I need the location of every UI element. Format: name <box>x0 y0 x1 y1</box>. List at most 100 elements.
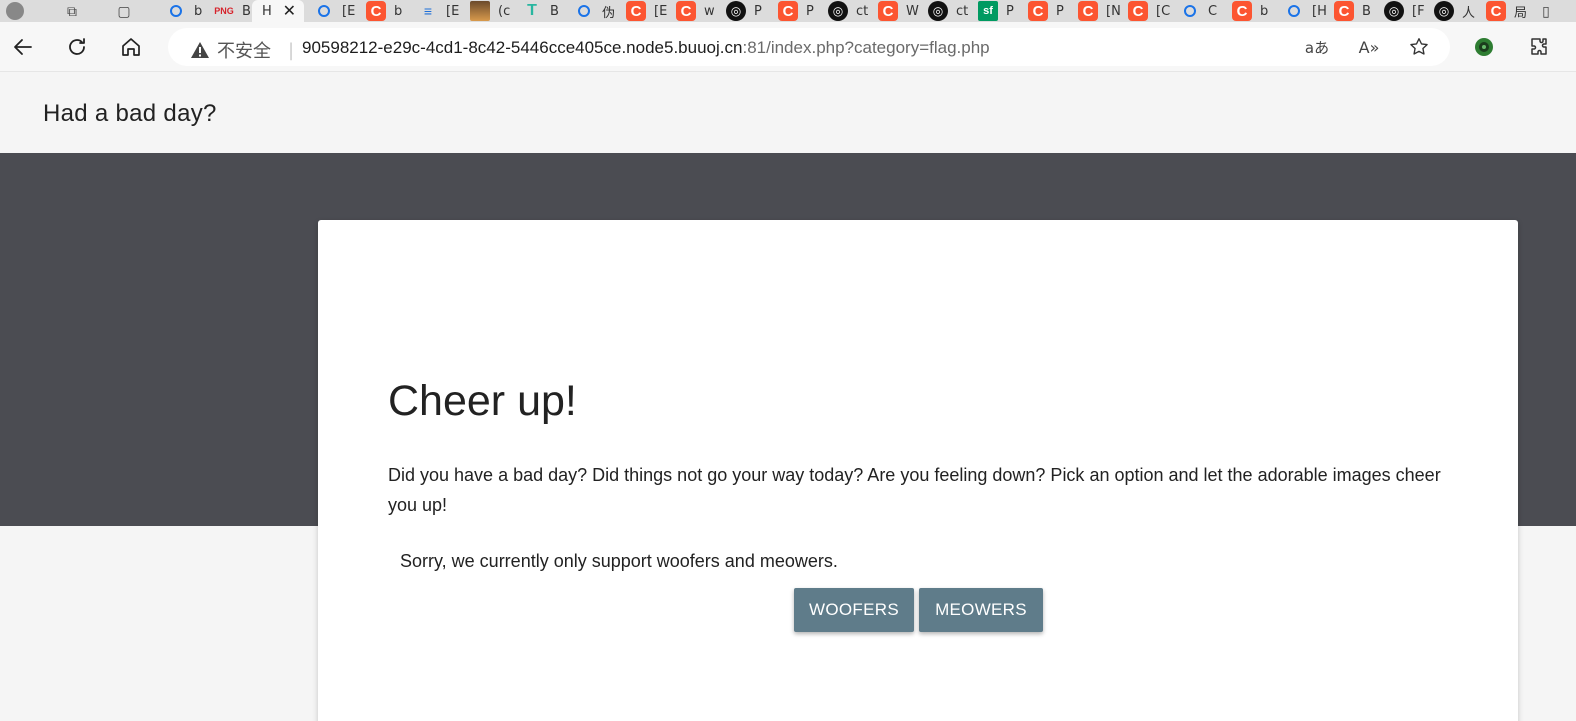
woofers-button[interactable]: WOOFERS <box>794 588 914 632</box>
favorite-button[interactable] <box>1406 35 1432 59</box>
tab-label: bu <box>194 3 202 19</box>
url-text[interactable]: 90598212-e29c-4cd1-8c42-5446cce405ce.nod… <box>302 38 990 58</box>
tab-14[interactable]: C W <box>868 0 920 22</box>
workspaces-button[interactable]: ⧉ <box>52 0 92 22</box>
home-button[interactable] <box>116 32 146 62</box>
csdn-icon: C <box>1334 1 1354 21</box>
close-tab-icon[interactable]: ✕ <box>283 1 296 20</box>
tab-10[interactable]: C w <box>666 0 718 22</box>
tab-19[interactable]: C [C <box>1118 0 1170 22</box>
csdn-icon: C <box>1486 1 1506 21</box>
tab-23[interactable]: C B <box>1324 0 1376 22</box>
tab-label: ct <box>856 3 869 19</box>
profile-avatar-icon <box>6 2 24 20</box>
refresh-icon <box>69 38 85 55</box>
tab-label: B <box>550 3 559 19</box>
spiral-icon: ◎ <box>928 1 948 21</box>
tab-label: W <box>906 3 919 19</box>
tab-label: (c <box>498 3 511 19</box>
tab-12[interactable]: C P <box>768 0 820 22</box>
search-icon <box>1284 1 1304 21</box>
image-icon <box>470 1 490 21</box>
url-path: :81/index.php?category=flag.php <box>742 38 990 57</box>
site-header: Had a bad day? <box>0 73 1576 153</box>
tab-3[interactable]: [E <box>304 0 356 22</box>
address-bar[interactable]: 不安全 | 90598212-e29c-4cd1-8c42-5446cce405… <box>168 28 1450 66</box>
csdn-icon: C <box>778 1 798 21</box>
csdn-icon: C <box>1078 1 1098 21</box>
read-aloud-icon: A» <box>1358 37 1380 57</box>
star-icon <box>1410 38 1428 55</box>
workspaces-icon: ⧉ <box>67 2 77 19</box>
tab-7[interactable]: T B <box>512 0 564 22</box>
tab-25[interactable]: ◎ 人 <box>1424 0 1476 22</box>
sf-icon: sf <box>978 1 998 21</box>
tab-label: P <box>1056 3 1064 19</box>
tab-18[interactable]: C [N <box>1068 0 1120 22</box>
tab-0[interactable]: bu <box>156 0 202 22</box>
tab-13[interactable]: ◎ ct <box>818 0 870 22</box>
search-icon <box>314 1 334 21</box>
tab-label: B <box>242 3 251 19</box>
tab-label: w <box>704 3 715 19</box>
spiral-icon: ◎ <box>828 1 848 21</box>
tab-label: H <box>262 3 272 19</box>
translate-icon: aあ <box>1304 38 1330 57</box>
page-heading: Cheer up! <box>388 377 577 425</box>
tab-label: [C <box>1156 3 1170 19</box>
refresh-button[interactable] <box>62 32 92 62</box>
intro-paragraph: Did you have a bad day? Did things not g… <box>388 465 1441 515</box>
support-note: Sorry, we currently only support woofers… <box>400 551 838 571</box>
tab-17[interactable]: C P <box>1018 0 1070 22</box>
tab-26[interactable]: C 局 <box>1476 0 1528 22</box>
back-arrow-icon <box>14 39 32 55</box>
tab-22[interactable]: [H <box>1274 0 1326 22</box>
url-host: 90598212-e29c-4cd1-8c42-5446cce405ce.nod… <box>302 38 743 57</box>
tab-label: 人 <box>1462 5 1476 21</box>
security-indicator[interactable]: 不安全 | <box>190 37 294 63</box>
tab-5[interactable]: ≡ [E <box>408 0 460 22</box>
csdn-icon: C <box>366 1 386 21</box>
site-title[interactable]: Had a bad day? <box>43 100 217 128</box>
search-icon <box>574 1 594 21</box>
tab-label: [F <box>1412 3 1425 19</box>
csdn-icon: C <box>878 1 898 21</box>
tab-24[interactable]: ◎ [F <box>1374 0 1426 22</box>
tab-active[interactable]: H ✕ <box>252 0 304 22</box>
extension-button[interactable] <box>1472 35 1496 59</box>
translate-button[interactable]: aあ <box>1304 35 1330 59</box>
vertical-tabs-button[interactable]: ▢ <box>104 0 144 22</box>
tab-strip: ⧉ ▢ bu PNG B H ✕ [E C b ≡ [E (c T B 伪 C … <box>0 0 1576 22</box>
back-button[interactable] <box>8 32 38 62</box>
tab-15[interactable]: ◎ ct <box>918 0 970 22</box>
tab-label: P <box>1006 3 1014 19</box>
read-aloud-button[interactable]: A» <box>1356 35 1382 59</box>
tab-6[interactable]: (c <box>460 0 512 22</box>
tab-21[interactable]: C b <box>1222 0 1274 22</box>
t-icon: T <box>527 2 537 19</box>
browser-toolbar: 不安全 | 90598212-e29c-4cd1-8c42-5446cce405… <box>0 22 1576 72</box>
tab-16[interactable]: sf P <box>968 0 1020 22</box>
new-tab-icon: ▯ <box>1542 2 1550 19</box>
layers-icon: ≡ <box>423 3 433 19</box>
extension-shell-icon <box>1475 38 1493 56</box>
spiral-icon: ◎ <box>1434 1 1454 21</box>
tab-label: ct <box>956 3 969 19</box>
warning-icon <box>191 42 209 58</box>
tab-11[interactable]: ◎ P <box>716 0 768 22</box>
security-label: 不安全 <box>217 41 271 62</box>
tab-label: P <box>754 3 762 19</box>
tab-label: b <box>1260 3 1269 19</box>
csdn-icon: C <box>1232 1 1252 21</box>
tab-4[interactable]: C b <box>356 0 408 22</box>
meowers-button[interactable]: MEOWERS <box>919 588 1043 632</box>
extensions-menu-button[interactable] <box>1527 35 1551 59</box>
new-tab-button[interactable]: ▯ <box>1526 0 1572 22</box>
tab-20[interactable]: C <box>1170 0 1222 22</box>
search-icon <box>166 1 186 21</box>
tab-1[interactable]: PNG B <box>204 0 252 22</box>
page-icon: PNG <box>214 6 234 16</box>
tab-8[interactable]: 伪 <box>564 0 616 22</box>
tab-9[interactable]: C [E <box>616 0 668 22</box>
profile-button[interactable] <box>0 0 40 22</box>
